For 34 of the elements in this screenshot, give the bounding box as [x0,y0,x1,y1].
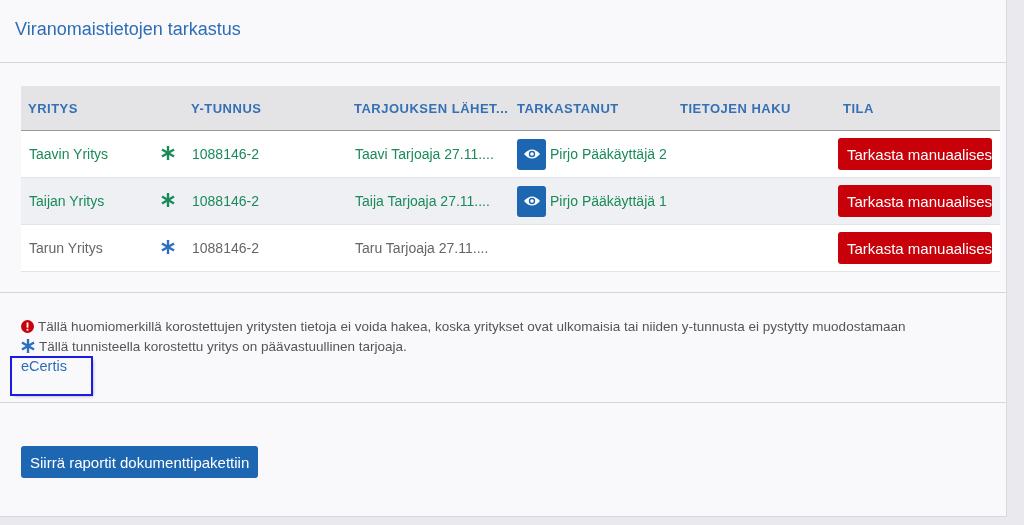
manual-check-button[interactable]: Tarkasta manuaalises [838,232,993,264]
table-cell-text: Taavin Yritys [28,146,110,162]
column-header: Y-TUNNUS [190,100,263,116]
eye-icon [522,195,541,207]
table-cell-text: Taijan Yritys [28,193,106,209]
column-header: YRITYS [27,100,79,116]
table-cell-text: 1088146-2 [191,240,260,256]
asterisk-icon [161,239,175,254]
manual-check-button[interactable]: Tarkasta manuaalises [838,138,993,170]
table-cell-text: 1088146-2 [191,146,260,162]
table-cell-text: 1088146-2 [191,193,260,209]
reviewer-name: Pirjo Pääkäyttäjä 1 [550,193,667,209]
note-text: Tällä huomiomerkillä korostettujen yritysten tietoja ei voida hakea, koska yritykset ovat ulkomaisia tai niiden y-tunnusta ei pystytty muodostamaan [38,318,906,334]
view-button[interactable] [517,185,546,217]
asterisk-icon [21,339,35,353]
column-header: TARJOUKSEN LÄHET... [353,100,510,116]
asterisk-icon [161,192,175,207]
eye-icon [522,148,541,160]
manual-check-button[interactable]: Tarkasta manuaalises [838,185,993,217]
table-cell-text: Taru Tarjoaja 27.11.... [354,240,490,256]
view-button[interactable] [517,138,546,170]
ecertis-link[interactable]: eCertis [12,358,91,394]
reviewer-name: Pirjo Pääkäyttäjä 2 [550,146,667,162]
page-title: Viranomaistietojen tarkastus [0,0,1006,63]
note-text: Tällä tunnisteella korostettu yritys on päävastuullinen tarjoaja. [39,338,407,354]
table-cell-text: Taija Tarjoaja 27.11.... [354,193,491,209]
table-cell-text: Tarun Yritys [28,240,104,256]
asterisk-icon [161,145,175,160]
column-header: TILA [842,100,875,116]
column-header: TARKASTANUT [516,100,620,116]
warning-icon [21,319,34,333]
column-header: TIETOJEN HAKU [679,100,792,116]
table-cell-text: Taavi Tarjoaja 27.11.... [354,146,495,162]
move-reports-button[interactable]: Siirrä raportit dokumenttipakettiin [21,446,259,478]
